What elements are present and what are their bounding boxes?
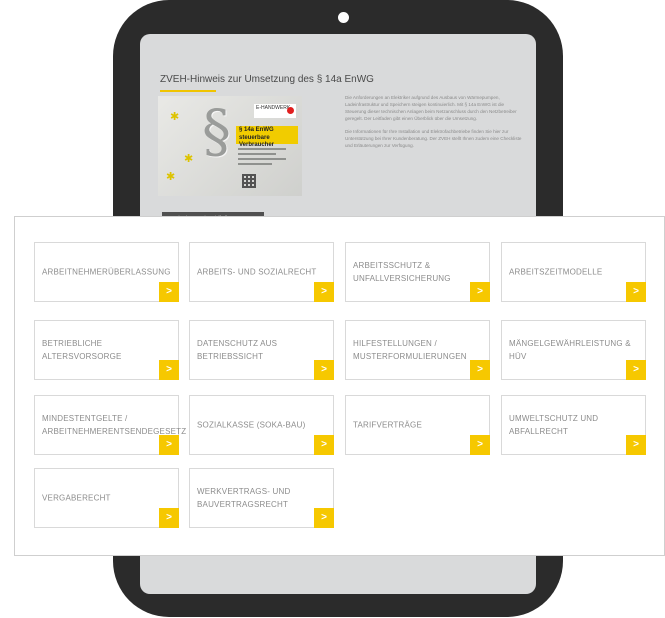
arrow-right-icon[interactable]: >: [159, 360, 179, 380]
article-title: ZVEH-Hinweis zur Umsetzung des § 14a EnW…: [160, 74, 374, 85]
topics-panel: ARBEITNEHMERÜBERLASSUNG > ARBEITS- UND S…: [14, 216, 665, 556]
tile-umweltschutz[interactable]: UMWELTSCHUTZ UND ABFALLRECHT >: [501, 395, 646, 455]
tile-label: HILFESTELLUNGEN / MUSTERFORMULIERUNGEN: [353, 339, 467, 361]
tile-label: ARBEITSSCHUTZ & UNFALLVERSICHERUNG: [353, 261, 451, 283]
arrow-right-icon[interactable]: >: [470, 360, 490, 380]
star-icon: ✱: [170, 111, 180, 123]
arrow-right-icon[interactable]: >: [314, 282, 334, 302]
tile-arbeitnehmerueberlassung[interactable]: ARBEITNEHMERÜBERLASSUNG >: [34, 242, 179, 302]
tablet-camera: [338, 12, 349, 23]
arrow-right-icon[interactable]: >: [626, 360, 646, 380]
tile-label: TARIFVERTRÄGE: [353, 420, 422, 430]
tile-label: DATENSCHUTZ AUS BETRIEBSSICHT: [197, 339, 278, 361]
arrow-right-icon[interactable]: >: [470, 282, 490, 302]
tile-tarifvertraege[interactable]: TARIFVERTRÄGE >: [345, 395, 490, 455]
tile-vergaberecht[interactable]: VERGABERECHT >: [34, 468, 179, 528]
star-icon: ✱: [166, 171, 176, 183]
tile-arbeitsschutz[interactable]: ARBEITSSCHUTZ & UNFALLVERSICHERUNG >: [345, 242, 490, 302]
tile-label: WERKVERTRAGS- UND BAUVERTRAGSRECHT: [197, 487, 291, 509]
qr-code-icon: [242, 174, 256, 188]
document-badge: § 14a EnWG steuerbare Verbraucher: [236, 126, 298, 148]
arrow-right-icon[interactable]: >: [314, 508, 334, 528]
tile-label: ARBEITSZEITMODELLE: [509, 267, 603, 277]
paragraph-symbol-icon: §: [202, 97, 231, 165]
tile-label: VERGABERECHT: [42, 493, 111, 503]
arrow-right-icon[interactable]: >: [314, 360, 334, 380]
document-text-lines: [238, 148, 286, 168]
tile-label: BETRIEBLICHE ALTERSVORSORGE: [42, 339, 122, 361]
tile-label: ARBEITNEHMERÜBERLASSUNG: [42, 267, 171, 277]
article-body: Die Anforderungen an Elektriker aufgrund…: [345, 94, 523, 155]
tile-datenschutz[interactable]: DATENSCHUTZ AUS BETRIEBSSICHT >: [189, 320, 334, 380]
arrow-right-icon[interactable]: >: [470, 435, 490, 455]
tile-betriebliche-altersvorsorge[interactable]: BETRIEBLICHE ALTERSVORSORGE >: [34, 320, 179, 380]
tile-arbeitszeitmodelle[interactable]: ARBEITSZEITMODELLE >: [501, 242, 646, 302]
arrow-right-icon[interactable]: >: [626, 435, 646, 455]
tile-label: ARBEITS- UND SOZIALRECHT: [197, 267, 317, 277]
arrow-right-icon[interactable]: >: [159, 435, 179, 455]
tile-werkvertragsrecht[interactable]: WERKVERTRAGS- UND BAUVERTRAGSRECHT >: [189, 468, 334, 528]
arrow-right-icon[interactable]: >: [314, 435, 334, 455]
tile-sozialkasse[interactable]: SOZIALKASSE (SOKA-BAU) >: [189, 395, 334, 455]
arrow-right-icon[interactable]: >: [159, 508, 179, 528]
tile-label: UMWELTSCHUTZ UND ABFALLRECHT: [509, 414, 599, 436]
tile-maengelgewaehrleistung[interactable]: MÄNGELGEWÄHRLEISTUNG & HÜV >: [501, 320, 646, 380]
tile-label: SOZIALKASSE (SOKA-BAU): [197, 420, 306, 430]
article-paragraph: Die Informationen für Ihre Installation …: [345, 129, 522, 148]
tile-mindestentgelte[interactable]: MINDESTENTGELTE / ARBEITNEHMERENTSENDEGE…: [34, 395, 187, 455]
article-paragraph: Die Anforderungen an Elektriker aufgrund…: [345, 95, 517, 121]
brand-logo: E-HANDWERK: [254, 104, 296, 118]
tile-label: MINDESTENTGELTE / ARBEITNEHMERENTSENDEGE…: [42, 414, 187, 436]
document-preview-image[interactable]: ✱ ✱ ✱ § E-HANDWERK § 14a EnWG steuerbare…: [158, 96, 302, 196]
arrow-right-icon[interactable]: >: [626, 282, 646, 302]
tile-arbeits-und-sozialrecht[interactable]: ARBEITS- UND SOZIALRECHT >: [189, 242, 334, 302]
tile-label: MÄNGELGEWÄHRLEISTUNG & HÜV: [509, 339, 631, 361]
title-underline: [160, 90, 216, 92]
arrow-right-icon[interactable]: >: [159, 282, 179, 302]
tile-hilfestellungen[interactable]: HILFESTELLUNGEN / MUSTERFORMULIERUNGEN >: [345, 320, 490, 380]
star-icon: ✱: [184, 153, 194, 165]
